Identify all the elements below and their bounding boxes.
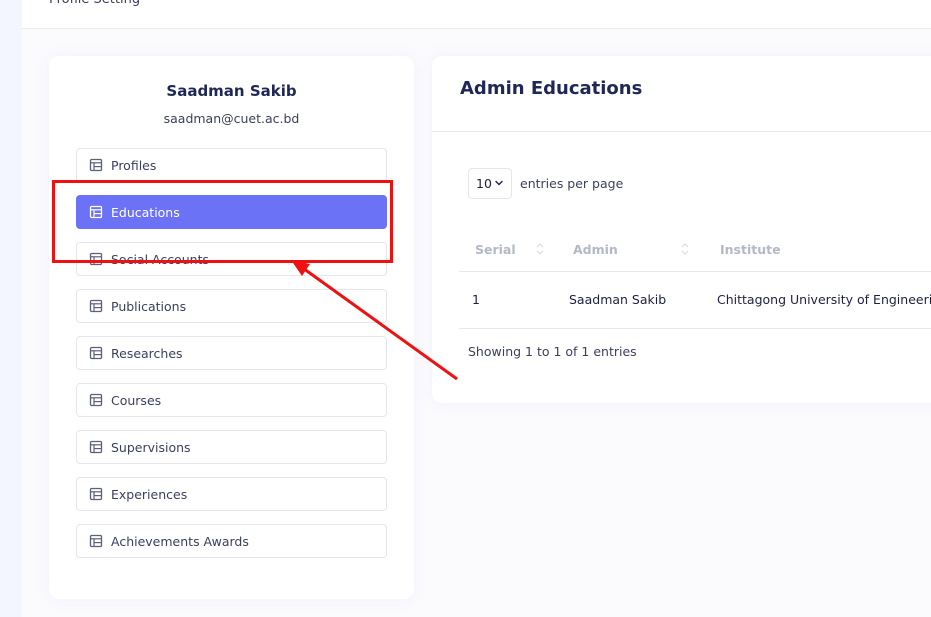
column-header-admin[interactable]: Admin bbox=[573, 242, 618, 257]
menu-item-courses[interactable]: Courses bbox=[76, 383, 387, 417]
card-divider bbox=[432, 131, 931, 132]
column-header-serial[interactable]: Serial bbox=[475, 242, 516, 257]
table-layout-icon bbox=[89, 346, 103, 360]
menu-item-supervisions[interactable]: Supervisions bbox=[76, 430, 387, 464]
table-info-text: Showing 1 to 1 of 1 entries bbox=[468, 344, 637, 359]
menu-item-label: Courses bbox=[111, 392, 162, 408]
menu-item-label: Researches bbox=[111, 345, 183, 361]
menu-item-label: Social Accounts bbox=[111, 251, 210, 267]
table-layout-icon bbox=[89, 440, 103, 454]
card-title: Admin Educations bbox=[460, 78, 643, 99]
table-layout-icon bbox=[89, 487, 103, 501]
menu-item-label: Profiles bbox=[111, 157, 157, 173]
entries-per-page-label: entries per page bbox=[520, 175, 624, 191]
table-layout-icon bbox=[89, 534, 103, 548]
page-title: Profile Setting bbox=[49, 0, 140, 7]
cell-admin: Saadman Sakib bbox=[569, 292, 667, 307]
profile-email: saadman@cuet.ac.bd bbox=[163, 111, 300, 126]
cell-serial: 1 bbox=[472, 292, 480, 307]
menu-item-educations[interactable]: Educations bbox=[76, 195, 387, 229]
menu-item-experiences[interactable]: Experiences bbox=[76, 477, 387, 511]
menu-item-profiles[interactable]: Profiles bbox=[76, 148, 387, 182]
column-header-institute[interactable]: Institute bbox=[720, 242, 781, 257]
sort-icon[interactable] bbox=[680, 241, 690, 257]
menu-item-label: Achievements Awards bbox=[111, 533, 249, 549]
table-row: 1 Saadman Sakib Chittagong University of… bbox=[459, 272, 931, 329]
left-background-strip bbox=[0, 0, 22, 617]
cell-institute: Chittagong University of Engineering bbox=[717, 292, 931, 307]
table-layout-icon bbox=[89, 205, 103, 219]
menu-item-label: Publications bbox=[111, 298, 187, 314]
table-header-row: Serial Admin Institute bbox=[459, 229, 931, 272]
profile-name: Saadman Sakib bbox=[166, 82, 297, 100]
page-header: Profile Setting bbox=[22, 0, 931, 29]
table-layout-icon bbox=[89, 158, 103, 172]
entries-per-page-control: 10 entries per page bbox=[468, 167, 623, 199]
table-layout-icon bbox=[89, 299, 103, 313]
profile-card: Saadman Sakib saadman@cuet.ac.bd Profile… bbox=[49, 56, 414, 599]
menu-item-publications[interactable]: Publications bbox=[76, 289, 387, 323]
profile-menu: Profiles Educations Social Accounts Publ… bbox=[76, 148, 387, 571]
menu-item-researches[interactable]: Researches bbox=[76, 336, 387, 370]
menu-item-social-accounts[interactable]: Social Accounts bbox=[76, 242, 387, 276]
menu-item-label: Educations bbox=[111, 204, 180, 220]
menu-item-label: Supervisions bbox=[111, 439, 191, 455]
table-layout-icon bbox=[89, 252, 103, 266]
entries-select-value: 10 bbox=[476, 175, 492, 191]
admin-educations-card: Admin Educations 10 entries per page Ser… bbox=[432, 56, 931, 403]
sort-icon[interactable] bbox=[535, 241, 545, 257]
menu-item-label: Experiences bbox=[111, 486, 188, 502]
page-container: Profile Setting Saadman Sakib saadman@cu… bbox=[22, 0, 931, 617]
content-area: Saadman Sakib saadman@cuet.ac.bd Profile… bbox=[22, 29, 931, 617]
table-layout-icon bbox=[89, 393, 103, 407]
entries-per-page-select[interactable]: 10 bbox=[468, 167, 512, 199]
menu-item-achievements-awards[interactable]: Achievements Awards bbox=[76, 524, 387, 558]
chevron-down-icon bbox=[495, 180, 503, 185]
